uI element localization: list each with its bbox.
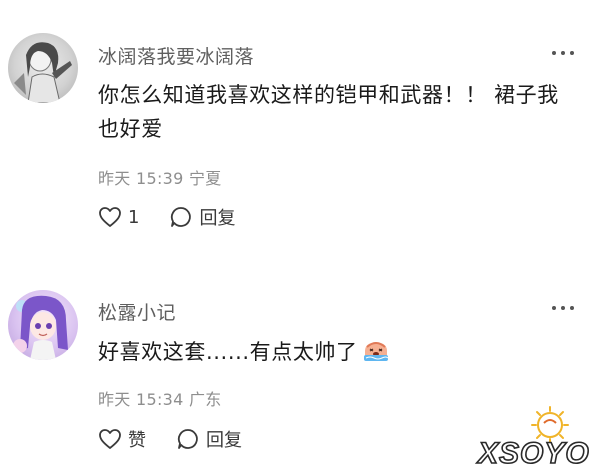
- like-count: 1: [128, 206, 140, 228]
- more-options-icon[interactable]: [552, 50, 574, 56]
- comment-time: 昨天 15:34: [98, 390, 184, 409]
- username[interactable]: 松露小记: [98, 298, 176, 325]
- reply-button[interactable]: 回复: [169, 204, 235, 230]
- comment-item: 冰阔落我要冰阔落 你怎么知道我喜欢这样的铠甲和武器！！ 裙子我也好爱 昨天 15…: [0, 0, 600, 255]
- heart-icon: [99, 207, 121, 227]
- like-button[interactable]: 1: [98, 206, 139, 228]
- svg-text:XSOYO: XSOYO: [476, 437, 590, 470]
- comment-text: 好喜欢这套......有点太帅了: [98, 335, 568, 373]
- reply-button[interactable]: 回复: [176, 426, 242, 452]
- reply-label: 回复: [199, 208, 236, 229]
- more-options-icon[interactable]: [552, 305, 574, 311]
- reply-bubble-icon: [171, 207, 192, 227]
- username[interactable]: 冰阔落我要冰阔落: [98, 42, 254, 69]
- comment-meta: 昨天 15:39 宁夏: [98, 165, 222, 189]
- reply-label: 回复: [206, 430, 242, 451]
- comment-time: 昨天 15:39: [98, 169, 184, 188]
- comment-actions: 赞 回复: [98, 425, 272, 453]
- like-label: 赞: [128, 430, 146, 451]
- user-avatar[interactable]: [8, 33, 78, 103]
- user-avatar[interactable]: [8, 290, 78, 360]
- crying-emoji-icon: [362, 337, 390, 373]
- comment-actions: 1 回复: [98, 203, 265, 231]
- watermark-logo: XSOYO: [474, 403, 594, 471]
- reply-bubble-icon: [177, 429, 198, 449]
- comment-location: 宁夏: [189, 169, 222, 188]
- comment-location: 广东: [189, 390, 222, 409]
- comment-text-body: 好喜欢这套......有点太帅了: [98, 340, 358, 364]
- comment-meta: 昨天 15:34 广东: [98, 386, 222, 410]
- heart-icon: [99, 429, 121, 449]
- comment-text: 你怎么知道我喜欢这样的铠甲和武器！！ 裙子我也好爱: [98, 83, 559, 141]
- like-button[interactable]: 赞: [98, 426, 146, 452]
